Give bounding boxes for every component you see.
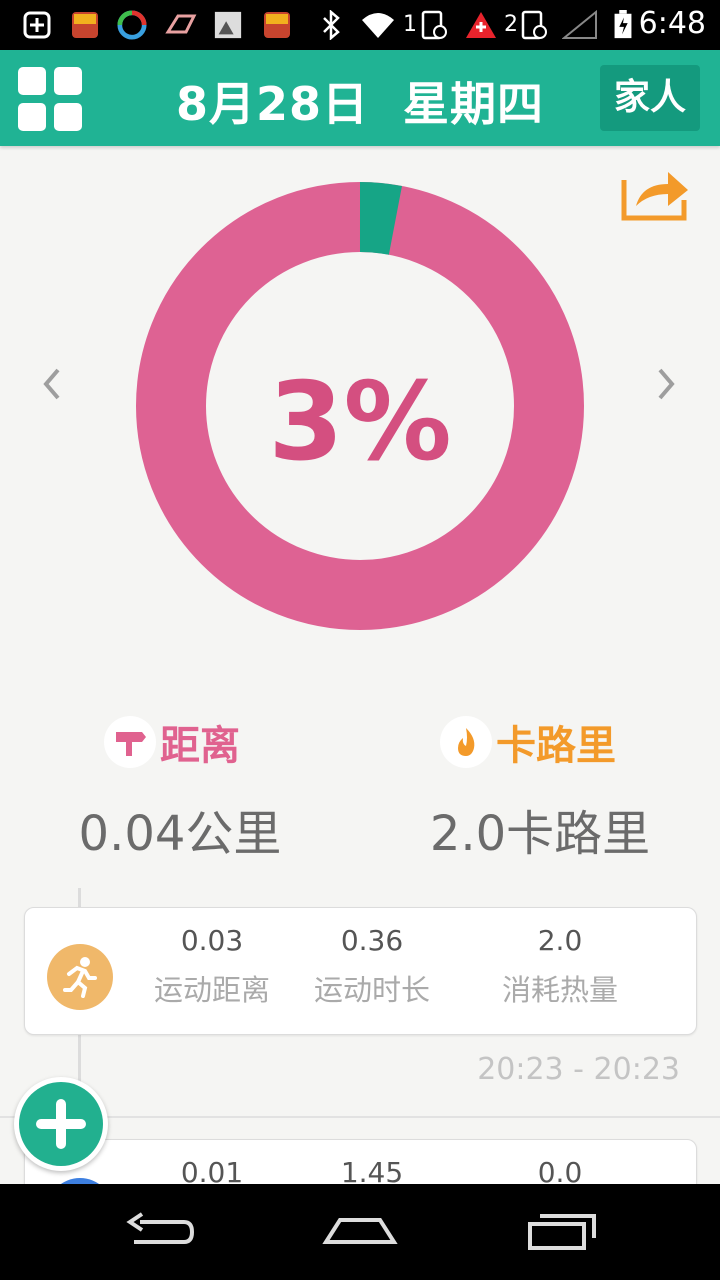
previous-day-arrow-icon[interactable] (38, 364, 68, 404)
share-icon[interactable] (618, 166, 692, 224)
bluetooth-icon (323, 10, 340, 40)
calorie-value: 2.0卡路里 (429, 806, 651, 862)
car-notification-icon (165, 14, 197, 34)
metric-distance: 0.01 (180, 1156, 244, 1189)
wifi-icon (362, 13, 394, 38)
clock: 6:48 (638, 6, 706, 41)
signpost-icon (104, 716, 156, 768)
battery-icon (614, 10, 632, 39)
distance-label: 距离 (104, 716, 240, 769)
distance-value: 0.04公里 (78, 806, 282, 862)
signal-icon (562, 10, 597, 39)
progress-percent: 3% (268, 360, 452, 485)
sim2-label: 2 (504, 12, 518, 37)
alert-icon (466, 12, 496, 38)
recent-apps-icon[interactable] (522, 1202, 602, 1262)
divider (0, 1116, 720, 1118)
app2-notification-icon (264, 12, 290, 38)
metric-distance: 0.03 运动距离 (153, 924, 270, 1007)
page-title: 8月28日 星期四 (140, 68, 580, 134)
back-icon[interactable] (120, 1202, 200, 1262)
add-activity-button[interactable] (14, 1077, 108, 1171)
running-icon (47, 944, 113, 1010)
sim1-label: 1 (403, 12, 417, 37)
activity-time-range: 20:23 - 20:23 (477, 1052, 680, 1087)
system-nav-bar (0, 1184, 720, 1280)
metric-calories: 2.0 消耗热量 (501, 924, 618, 1007)
metric-calories: 0.0 (537, 1156, 583, 1189)
sim-card-icon (421, 10, 447, 40)
next-day-arrow-icon[interactable] (652, 364, 682, 404)
sync-notification-icon (117, 10, 147, 40)
calorie-label: 卡路里 (440, 716, 616, 769)
sim-card-2-icon (521, 10, 547, 40)
metric-duration: 1.45 (340, 1156, 404, 1189)
weekday-label: 星期四 (403, 77, 545, 131)
flame-icon (440, 716, 492, 768)
add-notification-icon (23, 11, 51, 39)
image-notification-icon (214, 11, 242, 39)
plus-icon (19, 1082, 103, 1166)
metric-duration: 0.36 运动时长 (313, 924, 430, 1007)
app-header: 8月28日 星期四 家人 (0, 50, 720, 146)
app-notification-icon (72, 12, 98, 38)
home-icon[interactable] (320, 1202, 400, 1262)
activity-card[interactable]: 0.03 运动距离 0.36 运动时长 2.0 消耗热量 (24, 907, 697, 1035)
date-label: 8月28日 (175, 77, 369, 131)
status-bar: 1 2 6:48 (0, 0, 720, 50)
family-button[interactable]: 家人 (600, 65, 700, 131)
grid-menu-icon[interactable] (18, 67, 82, 131)
